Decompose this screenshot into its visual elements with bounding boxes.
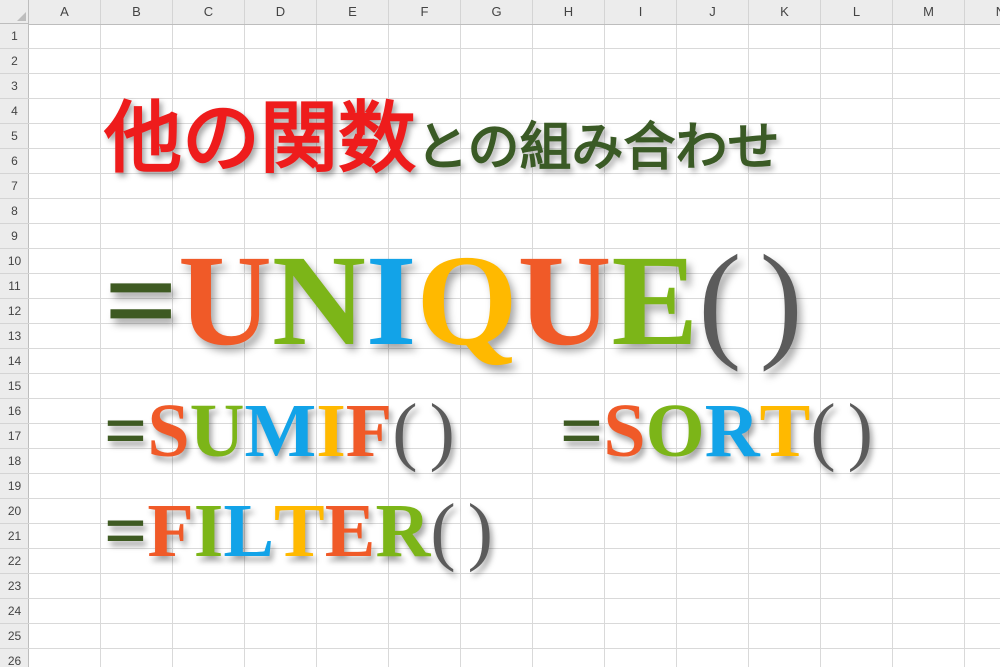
row-header[interactable]: 3	[0, 74, 29, 99]
open-paren: (	[430, 489, 456, 573]
formula-letter: S	[603, 389, 646, 473]
formula-letter: R	[375, 489, 431, 573]
formula-letter: T	[274, 489, 325, 573]
column-header[interactable]: I	[605, 0, 677, 24]
row-header[interactable]: 21	[0, 524, 29, 549]
column-header[interactable]: K	[749, 0, 821, 24]
formula-letter: L	[223, 489, 275, 573]
column-header[interactable]: H	[533, 0, 605, 24]
row-header[interactable]: 18	[0, 449, 29, 474]
row-header[interactable]: 13	[0, 324, 29, 349]
formula-letter: F	[345, 389, 393, 473]
row-headers: 1 2 3 4 5 6 7 8 9 10 11 12 13 14 15 16 17 18 19 20 21 22 23 24 2…	[0, 24, 29, 667]
title-main: 他の関数	[104, 94, 417, 184]
close-paren: )	[847, 389, 873, 473]
formula-letter: U	[189, 389, 245, 473]
overlay-title: 他の関数との組み合わせ	[104, 100, 780, 195]
formula-letter: E	[324, 489, 376, 573]
formula-letter: O	[645, 389, 705, 473]
row-header[interactable]: 9	[0, 224, 29, 249]
row-header[interactable]: 26	[0, 649, 29, 667]
row-header[interactable]: 10	[0, 249, 29, 274]
row-header[interactable]: 22	[0, 549, 29, 574]
row-header[interactable]: 17	[0, 424, 29, 449]
row-header[interactable]: 15	[0, 374, 29, 399]
row-header[interactable]: 12	[0, 299, 29, 324]
formula-letter: I	[193, 489, 224, 573]
row-header[interactable]: 14	[0, 349, 29, 374]
column-header[interactable]: M	[893, 0, 965, 24]
column-header[interactable]: D	[245, 0, 317, 24]
row-header[interactable]: 20	[0, 499, 29, 524]
spreadsheet: ABCDEFGHIJKLMN 1234567891011121314151617…	[0, 0, 1000, 667]
formula-letter: T	[759, 389, 811, 473]
close-paren: )	[467, 489, 493, 573]
formula-letter: R	[704, 389, 760, 473]
close-paren: )	[429, 389, 455, 473]
row-header[interactable]: 8	[0, 199, 29, 224]
row-header[interactable]: 1	[0, 24, 29, 49]
column-header[interactable]: A	[29, 0, 101, 24]
row-header[interactable]: 24	[0, 599, 29, 624]
title-sub: との組み合わせ	[416, 118, 780, 178]
formula-letter: U	[517, 229, 612, 373]
row-header[interactable]: 23	[0, 574, 29, 599]
column-headers: ABCDEFGHIJKLMN	[0, 0, 1000, 25]
formula-letter: U	[178, 229, 272, 373]
formula-letter: E	[611, 229, 699, 373]
equals-sign: =	[104, 389, 148, 473]
column-header[interactable]: G	[461, 0, 533, 24]
column-header[interactable]: E	[317, 0, 389, 24]
open-paren: (	[698, 229, 742, 373]
column-header[interactable]: C	[173, 0, 245, 24]
row-header[interactable]: 11	[0, 274, 29, 299]
column-header[interactable]: N	[965, 0, 1000, 24]
open-paren: (	[392, 389, 418, 473]
row-header[interactable]: 19	[0, 474, 29, 499]
equals-sign: =	[104, 489, 148, 573]
formula-sumif: =SUMIF()	[104, 393, 455, 469]
formula-letter: N	[271, 229, 366, 373]
row-header[interactable]: 4	[0, 99, 29, 124]
formula-unique: =UNIQUE()	[104, 236, 803, 366]
row-header[interactable]: 25	[0, 624, 29, 649]
formula-letter: M	[244, 389, 317, 473]
close-paren: )	[759, 229, 803, 373]
column-header[interactable]: F	[389, 0, 461, 24]
row-header[interactable]: 6	[0, 149, 29, 174]
formula-letter: I	[365, 229, 417, 373]
equals-sign: =	[560, 389, 604, 473]
formula-filter: =FILTER()	[104, 493, 493, 569]
column-header[interactable]: B	[101, 0, 173, 24]
column-header[interactable]: J	[677, 0, 749, 24]
formula-letter: Q	[416, 229, 518, 373]
open-paren: (	[810, 389, 836, 473]
row-header[interactable]: 7	[0, 174, 29, 199]
formula-letter: S	[147, 389, 190, 473]
row-header[interactable]: 2	[0, 49, 29, 74]
select-all-button[interactable]	[0, 0, 29, 24]
row-header[interactable]: 16	[0, 399, 29, 424]
formula-letter: I	[316, 389, 346, 473]
formula-sort: =SORT()	[560, 393, 873, 469]
row-header[interactable]: 5	[0, 124, 29, 149]
equals-sign: =	[104, 229, 179, 373]
formula-letter: F	[147, 489, 194, 573]
column-header[interactable]: L	[821, 0, 893, 24]
